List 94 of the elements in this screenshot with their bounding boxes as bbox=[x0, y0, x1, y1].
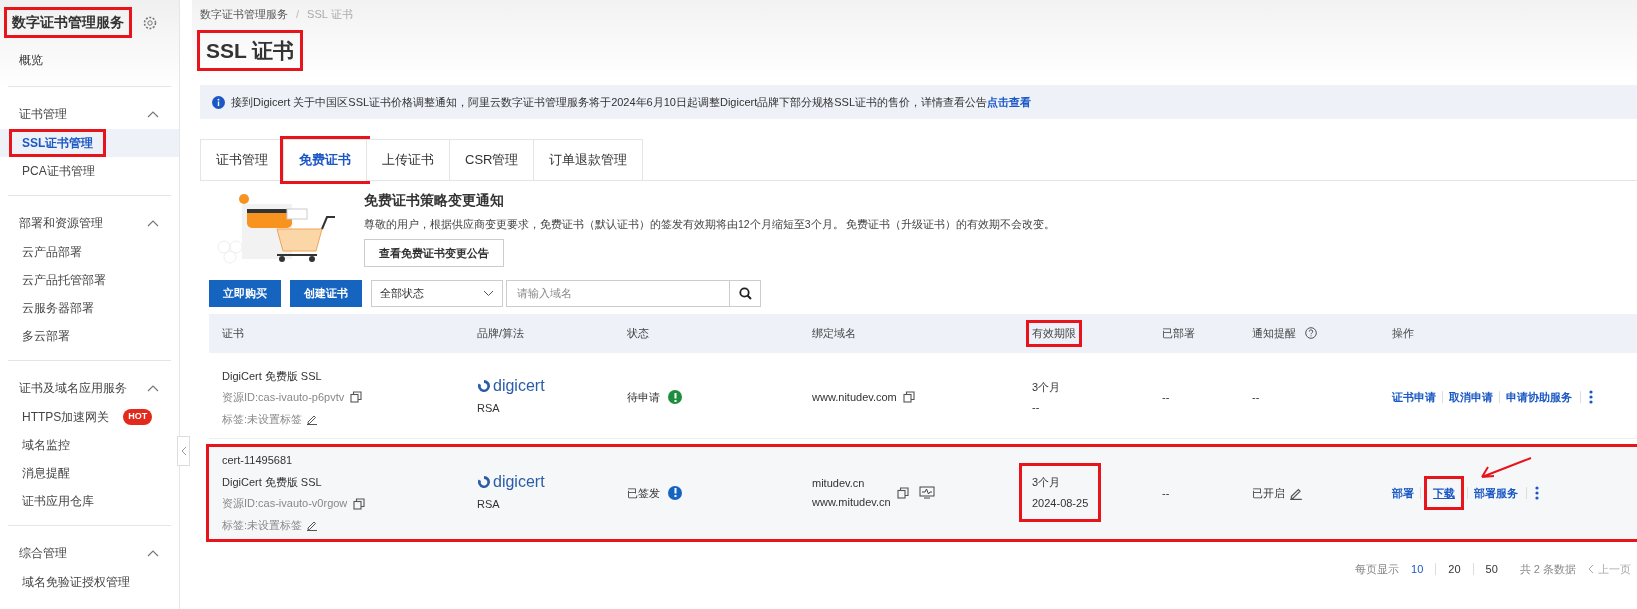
domain: www.mitudev.cn bbox=[812, 495, 891, 511]
status-text: 已签发 bbox=[627, 485, 660, 501]
sidebar-item[interactable]: HTTPS加速网关 bbox=[12, 406, 120, 428]
tab[interactable]: 免费证书 bbox=[283, 139, 367, 181]
sidebar-item[interactable]: 证书应用仓库 bbox=[12, 490, 104, 512]
copy-icon[interactable] bbox=[350, 391, 363, 404]
sidebar-item[interactable]: 概览 bbox=[0, 51, 179, 69]
column-header: 绑定域名 bbox=[811, 326, 857, 341]
action-link[interactable]: 部署服务 bbox=[1474, 484, 1518, 501]
monitor-icon[interactable] bbox=[918, 486, 935, 500]
algorithm: RSA bbox=[477, 496, 501, 512]
sidebar-item[interactable]: 多云部署 bbox=[12, 325, 80, 347]
sidebar-title: 数字证书管理服务 bbox=[7, 10, 129, 35]
copy-icon[interactable] bbox=[902, 391, 915, 404]
status-text: 待申请 bbox=[627, 390, 660, 405]
collapse-icon[interactable] bbox=[147, 384, 159, 392]
copy-icon[interactable] bbox=[896, 486, 909, 499]
info-icon bbox=[212, 95, 225, 109]
total-count: 共 2 条数据 bbox=[1519, 561, 1576, 577]
search-field[interactable]: 请输入域名 bbox=[506, 279, 730, 307]
search-icon[interactable] bbox=[738, 286, 752, 300]
column-header: 证书 bbox=[221, 326, 245, 341]
sidebar-item[interactable]: 域名免验证授权管理 bbox=[12, 571, 140, 593]
hot-badge: HOT bbox=[123, 409, 153, 425]
action-link[interactable]: 下载 bbox=[1427, 478, 1461, 507]
sidebar-item[interactable]: 消息提醒 bbox=[12, 462, 80, 484]
certificate-name: DigiCert 免费版 SSL bbox=[222, 368, 323, 384]
chevron-left-icon bbox=[1588, 564, 1594, 574]
edit-icon[interactable] bbox=[306, 519, 319, 531]
search-button[interactable] bbox=[730, 279, 761, 307]
tag-label: 标签:未设置标签 bbox=[222, 411, 303, 427]
action-link[interactable]: 申请协助服务 bbox=[1506, 389, 1572, 406]
collapse-icon[interactable] bbox=[147, 549, 159, 557]
sidebar-group-title[interactable]: 部署和资源管理 bbox=[19, 214, 103, 232]
more-icon[interactable] bbox=[1535, 485, 1539, 500]
column-header: 状态 bbox=[626, 326, 650, 341]
column-header: 通知提醒 bbox=[1251, 326, 1297, 341]
column-header: 品牌/算法 bbox=[476, 326, 526, 341]
certificate-name: cert-11495681 bbox=[222, 453, 294, 469]
primary-button[interactable]: 立即购买 bbox=[209, 279, 281, 307]
column-header: 有效期限 bbox=[1029, 323, 1079, 344]
action-link[interactable]: 部署 bbox=[1392, 484, 1414, 501]
breadcrumb-separator: / bbox=[296, 7, 300, 22]
deployed-value: -- bbox=[1162, 486, 1170, 499]
digicert-logo: digicert bbox=[477, 378, 614, 394]
page-title: SSL 证书 bbox=[200, 32, 301, 68]
collapse-icon[interactable] bbox=[147, 110, 159, 118]
action-link[interactable]: 取消申请 bbox=[1449, 389, 1493, 406]
notify-value: -- bbox=[1252, 390, 1260, 405]
sidebar-group-title[interactable]: 证书管理 bbox=[19, 105, 67, 123]
sidebar-item[interactable]: PCA证书管理 bbox=[12, 160, 105, 182]
deployed-value: -- bbox=[1162, 391, 1170, 403]
more-icon[interactable] bbox=[1589, 390, 1593, 405]
help-icon[interactable] bbox=[1305, 327, 1317, 340]
promo-title: 免费证书策略变更通知 bbox=[364, 191, 504, 210]
sidebar-group-title[interactable]: 证书及域名应用服务 bbox=[19, 379, 127, 397]
notice-link[interactable]: 点击查看 bbox=[987, 95, 1032, 108]
page-size-option[interactable]: 10 bbox=[1411, 560, 1424, 578]
action-link[interactable]: 证书申请 bbox=[1392, 389, 1436, 406]
breadcrumb-item[interactable]: 数字证书管理服务 bbox=[200, 6, 288, 23]
column-header: 操作 bbox=[1391, 326, 1415, 341]
tab[interactable]: 上传证书 bbox=[366, 139, 450, 181]
page-size-label: 每页显示 bbox=[1355, 561, 1399, 577]
sidebar-group-title[interactable]: 综合管理 bbox=[19, 544, 67, 562]
sidebar-item[interactable]: 域名监控 bbox=[12, 434, 80, 456]
certificate-name: DigiCert 免费版 SSL bbox=[222, 474, 323, 490]
page-size-option[interactable]: 50 bbox=[1485, 560, 1498, 578]
sidebar-item[interactable]: 云产品托管部署 bbox=[12, 269, 116, 291]
promo-text: 尊敬的用户，根据供应商变更要求，免费证书（默认证书）的签发有效期将由12个月缩短至3个月。 免费证书（升级证书）的有效期不会改变。 bbox=[364, 217, 1056, 232]
domain: www.nitudev.com bbox=[812, 390, 897, 405]
validity-text: 3个月 -- bbox=[1031, 379, 1062, 416]
chevron-down-icon bbox=[483, 289, 494, 297]
primary-button[interactable]: 创建证书 bbox=[290, 279, 362, 307]
column-header: 已部署 bbox=[1161, 326, 1196, 341]
notify-value: 已开启 bbox=[1252, 485, 1285, 501]
tab[interactable]: 订单退款管理 bbox=[533, 139, 644, 181]
settings-icon[interactable] bbox=[143, 15, 157, 30]
algorithm: RSA bbox=[477, 401, 501, 416]
sidebar-item[interactable]: 云服务器部署 bbox=[12, 297, 104, 319]
chevron-left-icon[interactable] bbox=[180, 446, 187, 456]
collapse-icon[interactable] bbox=[147, 219, 159, 227]
status-select[interactable]: 全部状态 bbox=[371, 279, 503, 307]
digicert-logo: digicert bbox=[477, 473, 614, 490]
notice-text: 接到Digicert 关于中国区SSL证书价格调整通知，阿里云数字证书管理服务将于2024年6月10日起调整Digicert品牌下部分规格SSL证书的售价，详情查看公告点击查看 bbox=[231, 94, 1032, 110]
domain: mitudev.cn bbox=[812, 475, 866, 491]
copy-icon[interactable] bbox=[353, 497, 366, 510]
resource-id: 资源ID:cas-ivauto-p6pvtv bbox=[222, 390, 345, 405]
page-size-option[interactable]: 20 bbox=[1448, 560, 1461, 578]
sidebar-item[interactable]: 云产品部署 bbox=[12, 241, 92, 263]
validity-text: 3个月 2024-08-25 bbox=[1022, 466, 1099, 520]
announcement-button[interactable]: 查看免费证书变更公告 bbox=[364, 238, 504, 267]
resource-id: 资源ID:cas-ivauto-v0rgow bbox=[222, 496, 348, 512]
breadcrumb-item: SSL 证书 bbox=[307, 7, 353, 22]
tag-label: 标签:未设置标签 bbox=[222, 517, 303, 533]
